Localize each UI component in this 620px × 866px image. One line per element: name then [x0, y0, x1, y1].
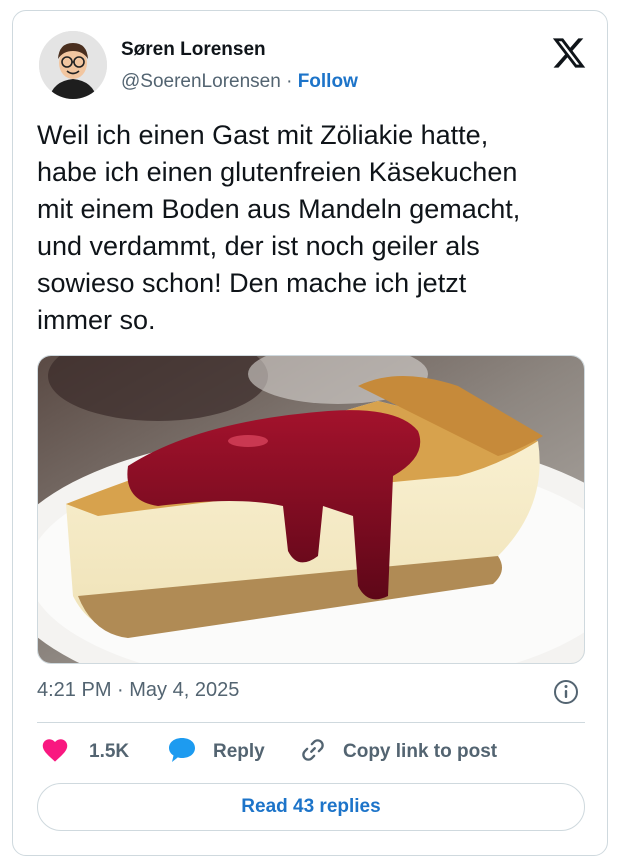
x-logo-icon[interactable] [551, 35, 587, 71]
reply-label: Reply [213, 741, 265, 762]
avatar[interactable] [39, 31, 107, 99]
tweet-photo[interactable] [37, 355, 585, 664]
like-count: 1.5K [89, 741, 130, 762]
tweet-text-line: immer so. [37, 305, 156, 335]
tweet-text-line: sowieso schon! Den mache ich jetzt [37, 268, 467, 298]
read-replies-button[interactable]: Read 43 replies [37, 783, 585, 831]
tweet-text-line: habe ich einen glutenfreien Käsekuchen [37, 157, 518, 187]
timestamp[interactable]: 4:21 PM · May 4, 2025 [37, 679, 239, 702]
heart-icon [41, 737, 69, 768]
copy-link-button[interactable]: Copy link to post [299, 737, 497, 767]
divider [37, 722, 585, 723]
like-button[interactable]: 1.5K [41, 737, 129, 767]
cheesecake-image [38, 356, 584, 663]
author-name[interactable]: Søren Lorensen [121, 39, 266, 61]
tweet-text: Weil ich einen Gast mit Zöliakie hatte, … [37, 117, 597, 339]
reply-button[interactable]: Reply [167, 737, 265, 767]
tweet-card: Søren Lorensen @SoerenLorensen · Follow … [12, 10, 608, 856]
tweet-text-line: mit einem Boden aus Mandeln gemacht, [37, 194, 521, 224]
author-handle-line: @SoerenLorensen · Follow [121, 71, 358, 93]
speech-bubble-icon [167, 736, 197, 769]
link-icon [299, 736, 327, 769]
tweet-text-line: und verdammt, der ist noch geiler als [37, 231, 480, 261]
action-bar: 1.5K Reply Copy link to post [37, 737, 585, 767]
avatar-illustration [39, 31, 107, 99]
copy-link-label: Copy link to post [343, 741, 498, 762]
info-icon[interactable] [553, 679, 579, 705]
follow-button[interactable]: Follow [298, 71, 358, 92]
author-handle[interactable]: @SoerenLorensen [121, 71, 281, 92]
handle-separator: · [280, 71, 298, 92]
tweet-text-line: Weil ich einen Gast mit Zöliakie hatte, [37, 120, 489, 150]
